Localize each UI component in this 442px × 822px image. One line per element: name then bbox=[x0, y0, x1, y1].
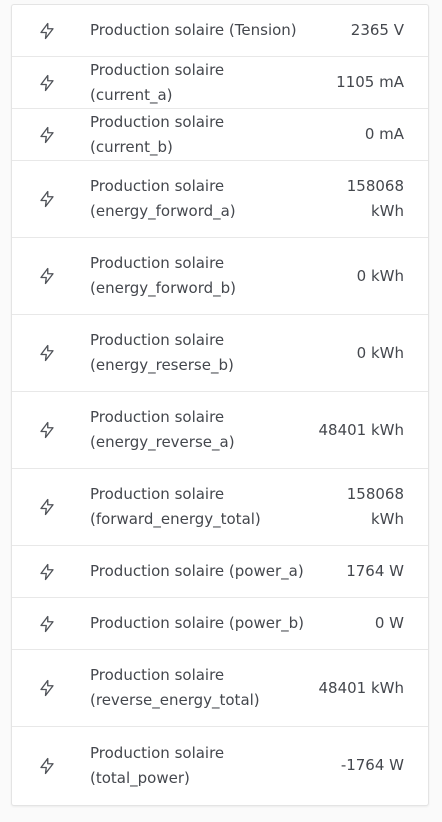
entity-label: Production solaire (energy_reserse_b) bbox=[90, 331, 234, 374]
entity-value: 158068 kWh bbox=[346, 177, 404, 220]
entity-value: 0 kWh bbox=[356, 343, 404, 362]
entity-value: 0 kWh bbox=[356, 266, 404, 285]
entity-label: Production solaire (current_a) bbox=[90, 60, 225, 104]
entity-row-current-b[interactable]: Production solaire (current_b) 0 mA bbox=[12, 109, 428, 161]
entity-label: Production solaire (Tension) bbox=[90, 21, 297, 39]
entity-row-energy-forword-b[interactable]: Production solaire (energy_forword_b) 0 … bbox=[12, 238, 428, 315]
entity-value: 48401 kWh bbox=[318, 678, 404, 697]
lightning-icon bbox=[38, 126, 74, 144]
lightning-icon bbox=[38, 190, 74, 208]
entity-row-current-a[interactable]: Production solaire (current_a) 1105 mA bbox=[12, 57, 428, 109]
entity-label: Production solaire (energy_forword_b) bbox=[90, 254, 236, 297]
entity-value: 1105 mA bbox=[336, 73, 404, 91]
entity-label: Production solaire (current_b) bbox=[90, 112, 225, 156]
lightning-icon bbox=[38, 757, 74, 775]
entity-row-reverse-energy-total[interactable]: Production solaire (reverse_energy_total… bbox=[12, 650, 428, 727]
entity-label: Production solaire (power_a) bbox=[90, 562, 304, 580]
entity-label: Production solaire (power_b) bbox=[90, 614, 305, 632]
lightning-icon bbox=[38, 615, 74, 633]
entity-value: 0 mA bbox=[364, 125, 404, 143]
entity-label: Production solaire (total_power) bbox=[90, 743, 225, 787]
lightning-icon bbox=[38, 421, 74, 439]
entity-label: Production solaire (reverse_energy_total… bbox=[90, 666, 260, 709]
entity-label: Production solaire (forward_energy_total… bbox=[90, 485, 261, 528]
entity-row-energy-reverse-a[interactable]: Production solaire (energy_reverse_a) 48… bbox=[12, 392, 428, 469]
entity-label: Production solaire (energy_forword_a) bbox=[90, 177, 236, 220]
entity-row-tension[interactable]: Production solaire (Tension) 2365 V bbox=[12, 5, 428, 57]
entity-label: Production solaire (energy_reverse_a) bbox=[90, 408, 235, 451]
lightning-icon bbox=[38, 22, 74, 40]
entity-value: 0 W bbox=[374, 614, 404, 632]
lightning-icon bbox=[38, 74, 74, 92]
entity-row-total-power[interactable]: Production solaire (total_power) -1764 W bbox=[12, 727, 428, 804]
entity-row-forward-energy-total[interactable]: Production solaire (forward_energy_total… bbox=[12, 469, 428, 546]
entities-card: Production solaire (Tension) 2365 V Prod… bbox=[11, 4, 429, 806]
entity-row-power-a[interactable]: Production solaire (power_a) 1764 W bbox=[12, 546, 428, 598]
lightning-icon bbox=[38, 679, 74, 697]
entity-value: 158068 kWh bbox=[346, 485, 404, 528]
entity-value: 2365 V bbox=[350, 21, 404, 39]
entity-row-energy-reserse-b[interactable]: Production solaire (energy_reserse_b) 0 … bbox=[12, 315, 428, 392]
lightning-icon bbox=[38, 267, 74, 285]
entity-value: -1764 W bbox=[340, 756, 404, 774]
lightning-icon bbox=[38, 344, 74, 362]
entity-row-power-b[interactable]: Production solaire (power_b) 0 W bbox=[12, 598, 428, 650]
entity-row-energy-forword-a[interactable]: Production solaire (energy_forword_a) 15… bbox=[12, 161, 428, 238]
lightning-icon bbox=[38, 498, 74, 516]
lightning-icon bbox=[38, 563, 74, 581]
entity-value: 1764 W bbox=[346, 562, 404, 580]
entity-value: 48401 kWh bbox=[318, 420, 404, 439]
